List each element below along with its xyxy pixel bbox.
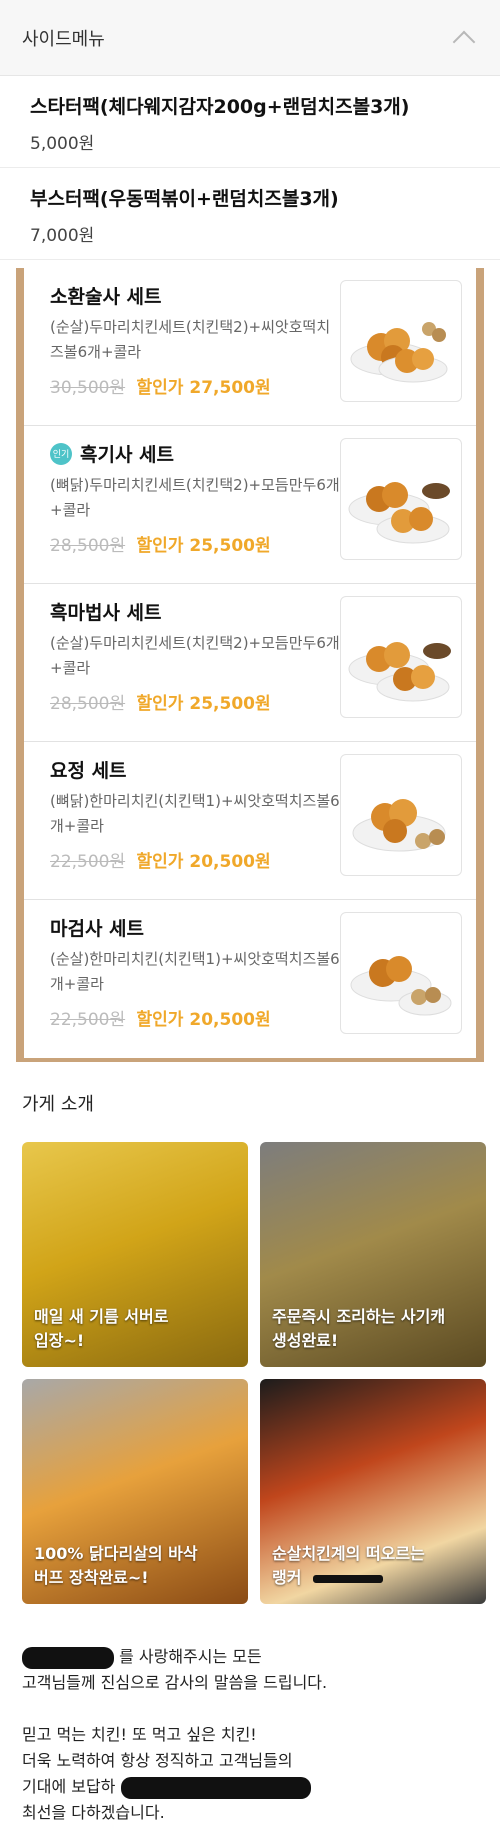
caption-line: 주문즉시 조리하는 사기캐 <box>272 1307 446 1326</box>
side-item-name: 부스터팩(우동떡볶이+랜덤치즈볼3개) <box>30 188 339 210</box>
chicken-set-image <box>340 438 462 560</box>
set-desc-line: (뼈닭)한마리치킨(치킨택1)+씨앗호떡치즈볼6 <box>50 792 340 810</box>
caption-line: 랭커 <box>272 1568 302 1587</box>
caption-line: 순살치킨계의 떠오르는 <box>272 1544 425 1563</box>
discount-price: 할인가 20,500원 <box>136 1010 271 1030</box>
set-name: 흑기사 세트 <box>80 444 175 466</box>
set-description: (뼈닭)한마리치킨(치킨택1)+씨앗호떡치즈볼6 개+콜라 <box>50 789 370 839</box>
intro-card-caption: 순살치킨계의 떠오르는 랭커 <box>272 1542 474 1590</box>
set-menu-item[interactable]: 흑마법사 세트 (순살)두마리치킨세트(치킨택2)+모듬만두6개 +콜라 28,… <box>24 584 476 742</box>
set-desc-line: 개+콜라 <box>50 975 104 993</box>
set-menu-list: 소환술사 세트 (순살)두마리치킨세트(치킨택2)+씨앗호떡치 즈볼6개+콜라 … <box>16 268 484 1062</box>
intro-card-caption: 100% 닭다리살의 바삭 버프 장착완료~! <box>34 1542 236 1590</box>
original-price: 22,500원 <box>50 1010 126 1030</box>
intro-card-caption: 매일 새 기름 서버로 입장~! <box>34 1305 236 1353</box>
original-price: 28,500원 <box>50 536 126 556</box>
chicken-set-image <box>340 596 462 718</box>
set-menu-item[interactable]: 인기 흑기사 세트 (뼈닭)두마리치킨세트(치킨택2)+모듬만두6개 +콜라 2… <box>24 426 476 584</box>
redaction-mark <box>22 1646 114 1669</box>
set-desc-line: (순살)두마리치킨세트(치킨택2)+씨앗호떡치 <box>50 318 331 336</box>
discount-price: 할인가 25,500원 <box>136 536 271 556</box>
set-desc-line: (뼈닭)두마리치킨세트(치킨택2)+모듬만두6개 <box>50 476 340 494</box>
caption-line: 생성완료! <box>272 1331 339 1350</box>
set-desc-line: 개+콜라 <box>50 817 104 835</box>
store-intro-gallery: 매일 새 기름 서버로 입장~! 주문즉시 조리하는 사기캐 생성완료! 100… <box>0 1142 500 1604</box>
caption-line: 입장~! <box>34 1331 85 1350</box>
set-menu-item[interactable]: 요정 세트 (뼈닭)한마리치킨(치킨택1)+씨앗호떡치즈볼6 개+콜라 22,5… <box>24 742 476 900</box>
intro-card-caption: 주문즉시 조리하는 사기캐 생성완료! <box>272 1305 474 1353</box>
intro-card[interactable]: 매일 새 기름 서버로 입장~! <box>22 1142 248 1367</box>
set-menu-item[interactable]: 소환술사 세트 (순살)두마리치킨세트(치킨택2)+씨앗호떡치 즈볼6개+콜라 … <box>24 268 476 426</box>
side-item-name: 스타터팩(체다웨지감자200g+랜덤치즈볼3개) <box>30 96 410 118</box>
side-menu-header[interactable]: 사이드메뉴 <box>0 0 500 76</box>
chevron-up-icon[interactable] <box>452 30 476 53</box>
intro-card[interactable]: 순살치킨계의 떠오르는 랭커 <box>260 1379 486 1604</box>
store-message: 를 사랑해주시는 모든 고객님들께 진심으로 감사의 말씀을 드립니다. 믿고 … <box>0 1644 500 1826</box>
message-line: 더욱 노력하여 항상 정직하고 고객님들의 <box>22 1751 293 1770</box>
message-line: 믿고 먹는 치킨! 또 먹고 싶은 치킨! <box>22 1725 257 1744</box>
original-price: 28,500원 <box>50 694 126 714</box>
redaction-mark <box>313 1574 384 1583</box>
side-menu-item[interactable]: 부스터팩(우동떡볶이+랜덤치즈볼3개) 7,000원 <box>0 168 500 260</box>
set-desc-line: (순살)한마리치킨(치킨택1)+씨앗호떡치즈볼6 <box>50 950 340 968</box>
set-description: (순살)두마리치킨세트(치킨택2)+씨앗호떡치 즈볼6개+콜라 <box>50 315 370 365</box>
side-menu-item[interactable]: 스타터팩(체다웨지감자200g+랜덤치즈볼3개) 5,000원 <box>0 76 500 168</box>
caption-line: 버프 장착완료~! <box>34 1568 149 1587</box>
set-name: 마검사 세트 <box>50 918 145 940</box>
message-line: 고객님들께 진심으로 감사의 말씀을 드립니다. <box>22 1673 328 1692</box>
discount-price: 할인가 20,500원 <box>136 852 271 872</box>
side-item-price: 7,000원 <box>30 226 95 246</box>
set-desc-line: +콜라 <box>50 501 91 519</box>
set-desc-line: +콜라 <box>50 659 91 677</box>
discount-price: 할인가 25,500원 <box>136 694 271 714</box>
set-menu-item[interactable]: 마검사 세트 (순살)한마리치킨(치킨택1)+씨앗호떡치즈볼6 개+콜라 22,… <box>24 900 476 1058</box>
set-name: 요정 세트 <box>50 760 127 782</box>
popular-badge: 인기 <box>50 442 72 465</box>
message-line: 최선을 다하겠습니다. <box>22 1803 165 1822</box>
original-price: 30,500원 <box>50 378 126 398</box>
set-desc-line: 즈볼6개+콜라 <box>50 343 142 361</box>
message-line: 를 사랑해주시는 모든 <box>119 1647 262 1666</box>
discount-price: 할인가 27,500원 <box>136 378 271 398</box>
chicken-set-image <box>340 280 462 402</box>
chicken-set-image <box>340 912 462 1034</box>
set-desc-line: (순살)두마리치킨세트(치킨택2)+모듬만두6개 <box>50 634 340 652</box>
set-name: 흑마법사 세트 <box>50 602 162 624</box>
set-description: (순살)한마리치킨(치킨택1)+씨앗호떡치즈볼6 개+콜라 <box>50 947 370 997</box>
intro-card[interactable]: 100% 닭다리살의 바삭 버프 장착완료~! <box>22 1379 248 1604</box>
intro-card[interactable]: 주문즉시 조리하는 사기캐 생성완료! <box>260 1142 486 1367</box>
original-price: 22,500원 <box>50 852 126 872</box>
side-menu-title: 사이드메뉴 <box>22 28 105 50</box>
store-intro-title: 가게 소개 <box>22 1094 94 1115</box>
set-description: (순살)두마리치킨세트(치킨택2)+모듬만두6개 +콜라 <box>50 631 370 681</box>
message-line: 기대에 보답하 <box>22 1777 116 1796</box>
caption-line: 100% 닭다리살의 바삭 <box>34 1544 198 1563</box>
caption-line: 매일 새 기름 서버로 <box>34 1307 169 1326</box>
chicken-set-image <box>340 754 462 876</box>
set-name: 소환술사 세트 <box>50 286 162 308</box>
side-item-price: 5,000원 <box>30 134 95 154</box>
redaction-mark <box>120 1776 311 1799</box>
set-description: (뼈닭)두마리치킨세트(치킨택2)+모듬만두6개 +콜라 <box>50 473 370 523</box>
